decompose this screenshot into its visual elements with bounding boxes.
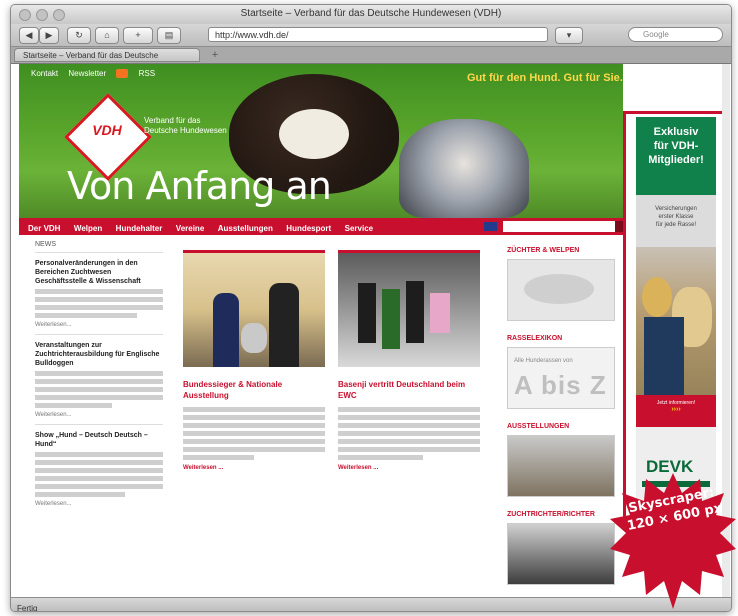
link-newsletter[interactable]: Newsletter bbox=[68, 69, 106, 78]
forward-arrow-icon: ▶ bbox=[45, 30, 53, 40]
window-title: Startseite – Verband für das Deutsche Hu… bbox=[240, 8, 502, 19]
home-button[interactable]: ⌂ bbox=[95, 27, 119, 44]
forward-button[interactable]: ▶ bbox=[39, 27, 59, 44]
tab-bar: Startseite – Verband für das Deutsche Hu… bbox=[11, 47, 731, 74]
nav-vereine[interactable]: Vereine bbox=[176, 220, 204, 237]
hero-title: Von Anfang an bbox=[67, 164, 332, 208]
news-teaser bbox=[35, 452, 163, 497]
back-button[interactable]: ◀ bbox=[19, 27, 39, 44]
book-icon: ▤ bbox=[164, 30, 174, 40]
hero-banner: Kontakt Newsletter RSS Gut für den Hund.… bbox=[19, 64, 623, 218]
feature-card[interactable]: Bundessieger & Nationale Ausstellung Wei… bbox=[183, 250, 325, 471]
new-tab-button[interactable]: + bbox=[207, 48, 223, 62]
search-field[interactable]: Google bbox=[628, 27, 723, 42]
sidebar-heading-rasselexikon[interactable]: RASSELEXIKON bbox=[507, 335, 615, 342]
skyscraper-headline-line: für VDH- bbox=[653, 140, 699, 152]
address-bar[interactable]: http://www.vdh.de/ bbox=[208, 27, 548, 42]
news-more-link[interactable]: Weiterlesen... bbox=[35, 322, 163, 328]
news-title[interactable]: Personalveränderungen in den Bereichen Z… bbox=[35, 259, 163, 286]
news-title[interactable]: Show „Hund – Deutsch Deutsch – Hund“ bbox=[35, 431, 163, 449]
skyscraper-content: Exklusiv für VDH- Mitglieder! Versicheru… bbox=[636, 117, 716, 522]
skyscraper-headline-line: Mitglieder! bbox=[648, 154, 704, 166]
rasselexikon-teaser[interactable]: Alle Hunderassen von A bis Z bbox=[507, 347, 615, 409]
sidebar-heading-zuchtrichter[interactable]: ZUCHTRICHTER/RICHTER bbox=[507, 511, 615, 518]
card-teaser bbox=[183, 407, 325, 460]
skyscraper-headline-line: Exklusiv bbox=[653, 126, 699, 138]
vdh-logo-text: VDH bbox=[92, 122, 122, 138]
nav-hundehalter[interactable]: Hundehalter bbox=[116, 220, 163, 237]
nav-ausstellungen[interactable]: Ausstellungen bbox=[218, 220, 273, 237]
skyscraper-tagline: Versicherungen erster Klasse für jede Ra… bbox=[636, 195, 716, 247]
plus-icon: + bbox=[135, 30, 141, 40]
top-links: Kontakt Newsletter RSS bbox=[31, 69, 163, 79]
card-more-link[interactable]: Weiterlesen ... bbox=[338, 465, 480, 471]
uk-flag-icon[interactable] bbox=[484, 222, 497, 231]
zuchtrichter-teaser[interactable] bbox=[507, 523, 615, 585]
skyscraper-ad[interactable]: Exklusiv für VDH- Mitglieder! Versicheru… bbox=[623, 111, 729, 528]
back-arrow-icon: ◀ bbox=[25, 30, 33, 40]
card-title[interactable]: Bundessieger & Nationale Ausstellung bbox=[183, 379, 325, 401]
skyscraper-tagline-line: für jede Rasse! bbox=[655, 222, 697, 228]
card-photo bbox=[338, 250, 480, 367]
news-item[interactable]: Personalveränderungen in den Bereichen Z… bbox=[35, 252, 163, 328]
puppy-image-merle bbox=[399, 119, 529, 218]
link-rss[interactable]: RSS bbox=[139, 69, 155, 78]
skyscraper-headline: Exklusiv für VDH- Mitglieder! bbox=[636, 117, 716, 195]
ausstellungen-teaser[interactable] bbox=[507, 435, 615, 497]
news-heading: NEWS bbox=[35, 241, 56, 248]
site-search-input[interactable] bbox=[503, 221, 615, 232]
card-title[interactable]: Basenji vertritt Deutschland beim EWC bbox=[338, 379, 480, 401]
card-photo bbox=[183, 250, 325, 367]
site-search-button[interactable] bbox=[615, 221, 623, 232]
toolbar: ◀ ▶ ↻ ⌂ + ▤ http://www.vdh.de/ ▾ Google bbox=[11, 24, 731, 47]
slogan: Gut für den Hund. Gut für Sie. bbox=[467, 72, 623, 84]
skyscraper-photo bbox=[636, 247, 716, 395]
url-text: http://www.vdh.de/ bbox=[215, 30, 289, 40]
news-item[interactable]: Show „Hund – Deutsch Deutsch – Hund“ Wei… bbox=[35, 424, 163, 507]
feature-card[interactable]: Basenji vertritt Deutschland beim EWC We… bbox=[338, 250, 480, 471]
nav-welpen[interactable]: Welpen bbox=[74, 220, 102, 237]
zuechter-teaser[interactable] bbox=[507, 259, 615, 321]
nav-service[interactable]: Service bbox=[345, 220, 373, 237]
page-icon: ▾ bbox=[566, 30, 572, 40]
sidebar-heading-zuechter[interactable]: ZÜCHTER & WELPEN bbox=[507, 247, 615, 254]
news-more-link[interactable]: Weiterlesen... bbox=[35, 501, 163, 507]
search-placeholder: Google bbox=[643, 30, 669, 39]
news-teaser bbox=[35, 371, 163, 408]
rss-icon[interactable] bbox=[116, 69, 129, 79]
home-icon: ⌂ bbox=[104, 30, 110, 40]
news-teaser bbox=[35, 289, 163, 318]
reload-button[interactable]: ↻ bbox=[67, 27, 91, 44]
skyscraper-tagline-line: erster Klasse bbox=[658, 214, 694, 220]
puppy-white-patch bbox=[279, 109, 349, 159]
news-column: NEWS Personalveränderungen in den Bereic… bbox=[35, 241, 163, 513]
status-text: Fertig bbox=[17, 604, 38, 612]
reload-icon: ↻ bbox=[75, 30, 83, 40]
main-navigation: Der VDH Welpen Hundehalter Vereine Ausst… bbox=[19, 218, 623, 235]
card-teaser bbox=[338, 407, 480, 460]
vdh-logo-subtitle: Verband für das Deutsche Hundewesen bbox=[144, 116, 227, 135]
link-kontakt[interactable]: Kontakt bbox=[31, 69, 58, 78]
news-title[interactable]: Veranstaltungen zur Zuchtrichterausbildu… bbox=[35, 341, 163, 368]
skyscraper-cta[interactable]: Jetzt informieren! ›››› bbox=[636, 395, 716, 427]
sidebar-heading-ausstellungen[interactable]: AUSSTELLUNGEN bbox=[507, 423, 615, 430]
card-more-link[interactable]: Weiterlesen ... bbox=[183, 465, 325, 471]
add-bookmark-button[interactable]: + bbox=[123, 27, 153, 44]
skyscraper-tagline-line: Versicherungen bbox=[655, 206, 697, 212]
tab-vdh[interactable]: Startseite – Verband für das Deutsche Hu… bbox=[14, 48, 200, 74]
lexikon-small-text: Alle Hunderassen von bbox=[514, 358, 573, 364]
arrows-icon: ›››› bbox=[671, 406, 681, 413]
lexikon-big-text: A bis Z bbox=[514, 370, 607, 400]
nav-der-vdh[interactable]: Der VDH bbox=[28, 220, 60, 237]
page-menu-button[interactable]: ▾ bbox=[555, 27, 583, 44]
news-item[interactable]: Veranstaltungen zur Zuchtrichterausbildu… bbox=[35, 334, 163, 418]
news-more-link[interactable]: Weiterlesen... bbox=[35, 412, 163, 418]
title-bar: Startseite – Verband für das Deutsche Hu… bbox=[11, 5, 731, 25]
bookmarks-button[interactable]: ▤ bbox=[157, 27, 181, 44]
sidebar-column: ZÜCHTER & WELPEN RASSELEXIKON Alle Hunde… bbox=[507, 247, 615, 597]
nav-hundesport[interactable]: Hundesport bbox=[286, 220, 331, 237]
